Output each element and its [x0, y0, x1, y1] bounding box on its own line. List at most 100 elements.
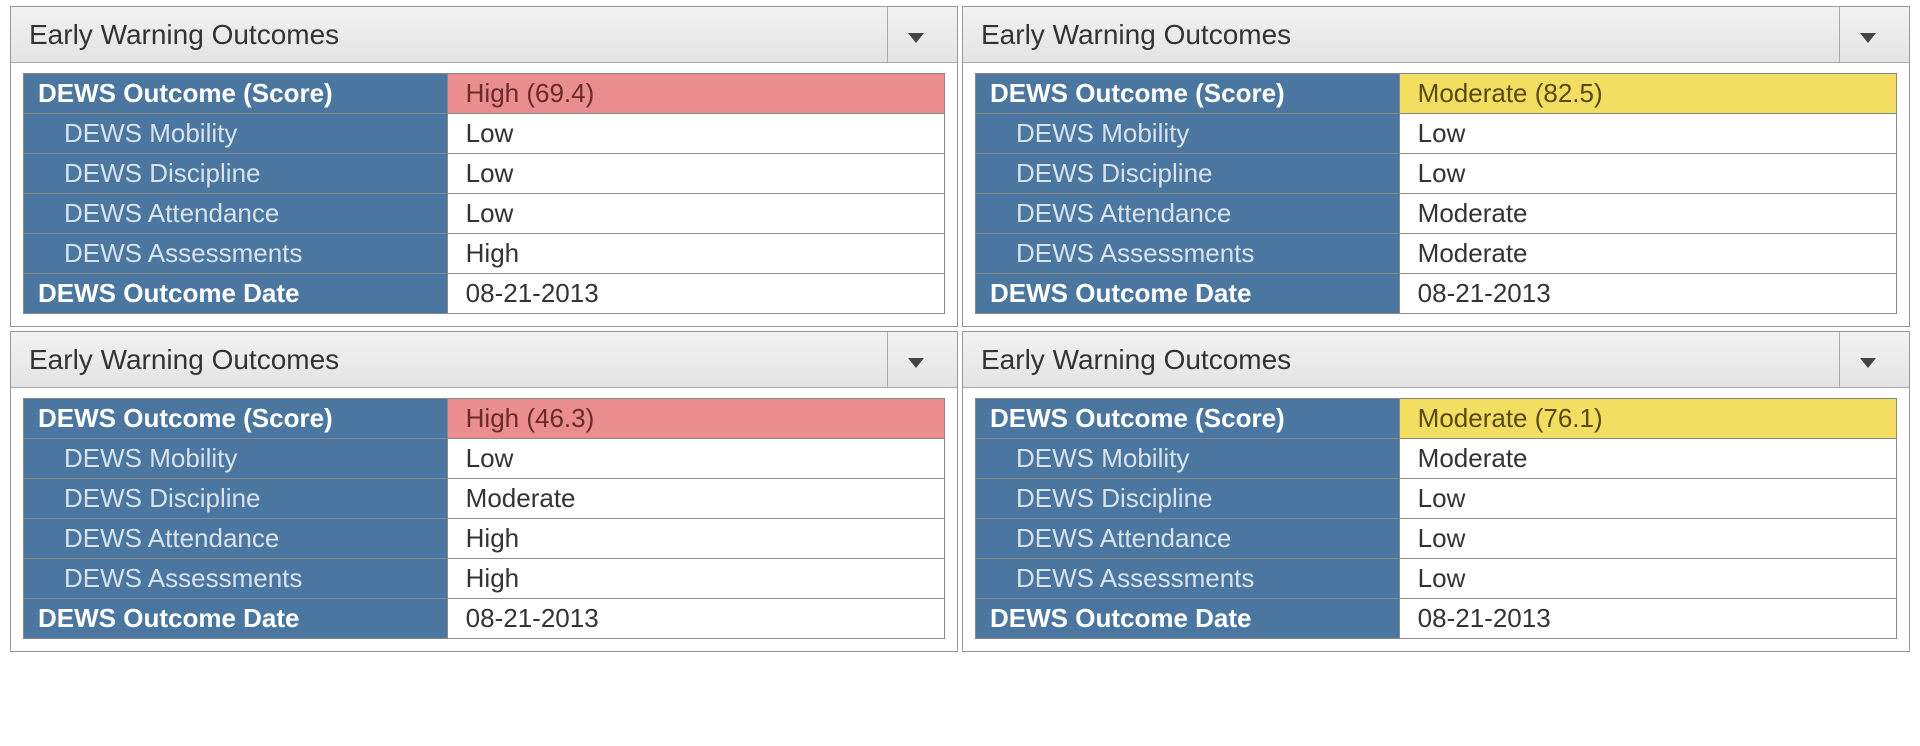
label-outcome-score: DEWS Outcome (Score)	[976, 399, 1400, 439]
panel-title: Early Warning Outcomes	[29, 19, 887, 51]
panel-header: Early Warning Outcomes	[963, 332, 1909, 388]
table-row: DEWS Mobility Low	[24, 114, 945, 154]
label-outcome-date: DEWS Outcome Date	[976, 274, 1400, 314]
panel-menu-button[interactable]	[1839, 332, 1895, 387]
dews-table: DEWS Outcome (Score) Moderate (82.5) DEW…	[975, 73, 1897, 314]
chevron-down-icon	[908, 19, 924, 50]
table-row: DEWS Assessments Moderate	[976, 234, 1897, 274]
table-row: DEWS Outcome (Score) Moderate (82.5)	[976, 74, 1897, 114]
label-mobility: DEWS Mobility	[976, 114, 1400, 154]
label-discipline: DEWS Discipline	[24, 154, 448, 194]
label-attendance: DEWS Attendance	[24, 194, 448, 234]
table-row: DEWS Outcome (Score) High (69.4)	[24, 74, 945, 114]
value-outcome-date: 08-21-2013	[1399, 274, 1896, 314]
label-mobility: DEWS Mobility	[24, 439, 448, 479]
chevron-down-icon	[908, 344, 924, 375]
panel-menu-button[interactable]	[1839, 7, 1895, 62]
label-assessments: DEWS Assessments	[976, 234, 1400, 274]
table-row: DEWS Outcome (Score) Moderate (76.1)	[976, 399, 1897, 439]
value-attendance: Low	[1399, 519, 1896, 559]
value-attendance: High	[447, 519, 944, 559]
panel-body: DEWS Outcome (Score) Moderate (82.5) DEW…	[963, 63, 1909, 326]
value-assessments: High	[447, 234, 944, 274]
warning-panel: Early Warning Outcomes DEWS Outcome (Sco…	[962, 6, 1910, 327]
label-outcome-date: DEWS Outcome Date	[24, 274, 448, 314]
value-outcome-date: 08-21-2013	[447, 274, 944, 314]
value-mobility: Moderate	[1399, 439, 1896, 479]
table-row: DEWS Assessments High	[24, 234, 945, 274]
value-discipline: Low	[447, 154, 944, 194]
table-row: DEWS Outcome Date 08-21-2013	[976, 274, 1897, 314]
table-row: DEWS Outcome (Score) High (46.3)	[24, 399, 945, 439]
dews-table: DEWS Outcome (Score) High (69.4) DEWS Mo…	[23, 73, 945, 314]
label-outcome-date: DEWS Outcome Date	[24, 599, 448, 639]
label-discipline: DEWS Discipline	[976, 154, 1400, 194]
value-attendance: Low	[447, 194, 944, 234]
table-row: DEWS Outcome Date 08-21-2013	[24, 274, 945, 314]
table-row: DEWS Discipline Moderate	[24, 479, 945, 519]
panel-body: DEWS Outcome (Score) High (46.3) DEWS Mo…	[11, 388, 957, 651]
value-assessments: Low	[1399, 559, 1896, 599]
panel-header: Early Warning Outcomes	[11, 7, 957, 63]
value-mobility: Low	[1399, 114, 1896, 154]
panel-body: DEWS Outcome (Score) High (69.4) DEWS Mo…	[11, 63, 957, 326]
value-mobility: Low	[447, 114, 944, 154]
table-row: DEWS Mobility Moderate	[976, 439, 1897, 479]
dews-table: DEWS Outcome (Score) High (46.3) DEWS Mo…	[23, 398, 945, 639]
table-row: DEWS Assessments High	[24, 559, 945, 599]
label-outcome-score: DEWS Outcome (Score)	[24, 399, 448, 439]
label-mobility: DEWS Mobility	[976, 439, 1400, 479]
value-outcome-score: High (69.4)	[447, 74, 944, 114]
table-row: DEWS Assessments Low	[976, 559, 1897, 599]
table-row: DEWS Mobility Low	[24, 439, 945, 479]
table-row: DEWS Discipline Low	[976, 154, 1897, 194]
panel-title: Early Warning Outcomes	[981, 19, 1839, 51]
table-row: DEWS Outcome Date 08-21-2013	[976, 599, 1897, 639]
warning-panel: Early Warning Outcomes DEWS Outcome (Sco…	[962, 331, 1910, 652]
value-outcome-score: High (46.3)	[447, 399, 944, 439]
value-outcome-date: 08-21-2013	[1399, 599, 1896, 639]
panel-title: Early Warning Outcomes	[981, 344, 1839, 376]
value-assessments: High	[447, 559, 944, 599]
label-assessments: DEWS Assessments	[976, 559, 1400, 599]
dews-table: DEWS Outcome (Score) Moderate (76.1) DEW…	[975, 398, 1897, 639]
warning-panel: Early Warning Outcomes DEWS Outcome (Sco…	[10, 6, 958, 327]
value-discipline: Moderate	[447, 479, 944, 519]
value-attendance: Moderate	[1399, 194, 1896, 234]
label-assessments: DEWS Assessments	[24, 559, 448, 599]
label-attendance: DEWS Attendance	[24, 519, 448, 559]
table-row: DEWS Attendance Low	[24, 194, 945, 234]
label-assessments: DEWS Assessments	[24, 234, 448, 274]
value-outcome-score: Moderate (82.5)	[1399, 74, 1896, 114]
table-row: DEWS Discipline Low	[24, 154, 945, 194]
label-outcome-score: DEWS Outcome (Score)	[976, 74, 1400, 114]
panel-body: DEWS Outcome (Score) Moderate (76.1) DEW…	[963, 388, 1909, 651]
value-discipline: Low	[1399, 479, 1896, 519]
table-row: DEWS Attendance Moderate	[976, 194, 1897, 234]
panel-header: Early Warning Outcomes	[963, 7, 1909, 63]
table-row: DEWS Attendance Low	[976, 519, 1897, 559]
table-row: DEWS Discipline Low	[976, 479, 1897, 519]
value-mobility: Low	[447, 439, 944, 479]
panels-grid: Early Warning Outcomes DEWS Outcome (Sco…	[0, 0, 1920, 658]
panel-title: Early Warning Outcomes	[29, 344, 887, 376]
label-outcome-score: DEWS Outcome (Score)	[24, 74, 448, 114]
label-mobility: DEWS Mobility	[24, 114, 448, 154]
chevron-down-icon	[1860, 19, 1876, 50]
table-row: DEWS Attendance High	[24, 519, 945, 559]
label-outcome-date: DEWS Outcome Date	[976, 599, 1400, 639]
table-row: DEWS Mobility Low	[976, 114, 1897, 154]
panel-menu-button[interactable]	[887, 332, 943, 387]
chevron-down-icon	[1860, 344, 1876, 375]
label-attendance: DEWS Attendance	[976, 194, 1400, 234]
label-discipline: DEWS Discipline	[976, 479, 1400, 519]
panel-header: Early Warning Outcomes	[11, 332, 957, 388]
value-discipline: Low	[1399, 154, 1896, 194]
table-row: DEWS Outcome Date 08-21-2013	[24, 599, 945, 639]
value-assessments: Moderate	[1399, 234, 1896, 274]
warning-panel: Early Warning Outcomes DEWS Outcome (Sco…	[10, 331, 958, 652]
value-outcome-date: 08-21-2013	[447, 599, 944, 639]
label-discipline: DEWS Discipline	[24, 479, 448, 519]
panel-menu-button[interactable]	[887, 7, 943, 62]
label-attendance: DEWS Attendance	[976, 519, 1400, 559]
